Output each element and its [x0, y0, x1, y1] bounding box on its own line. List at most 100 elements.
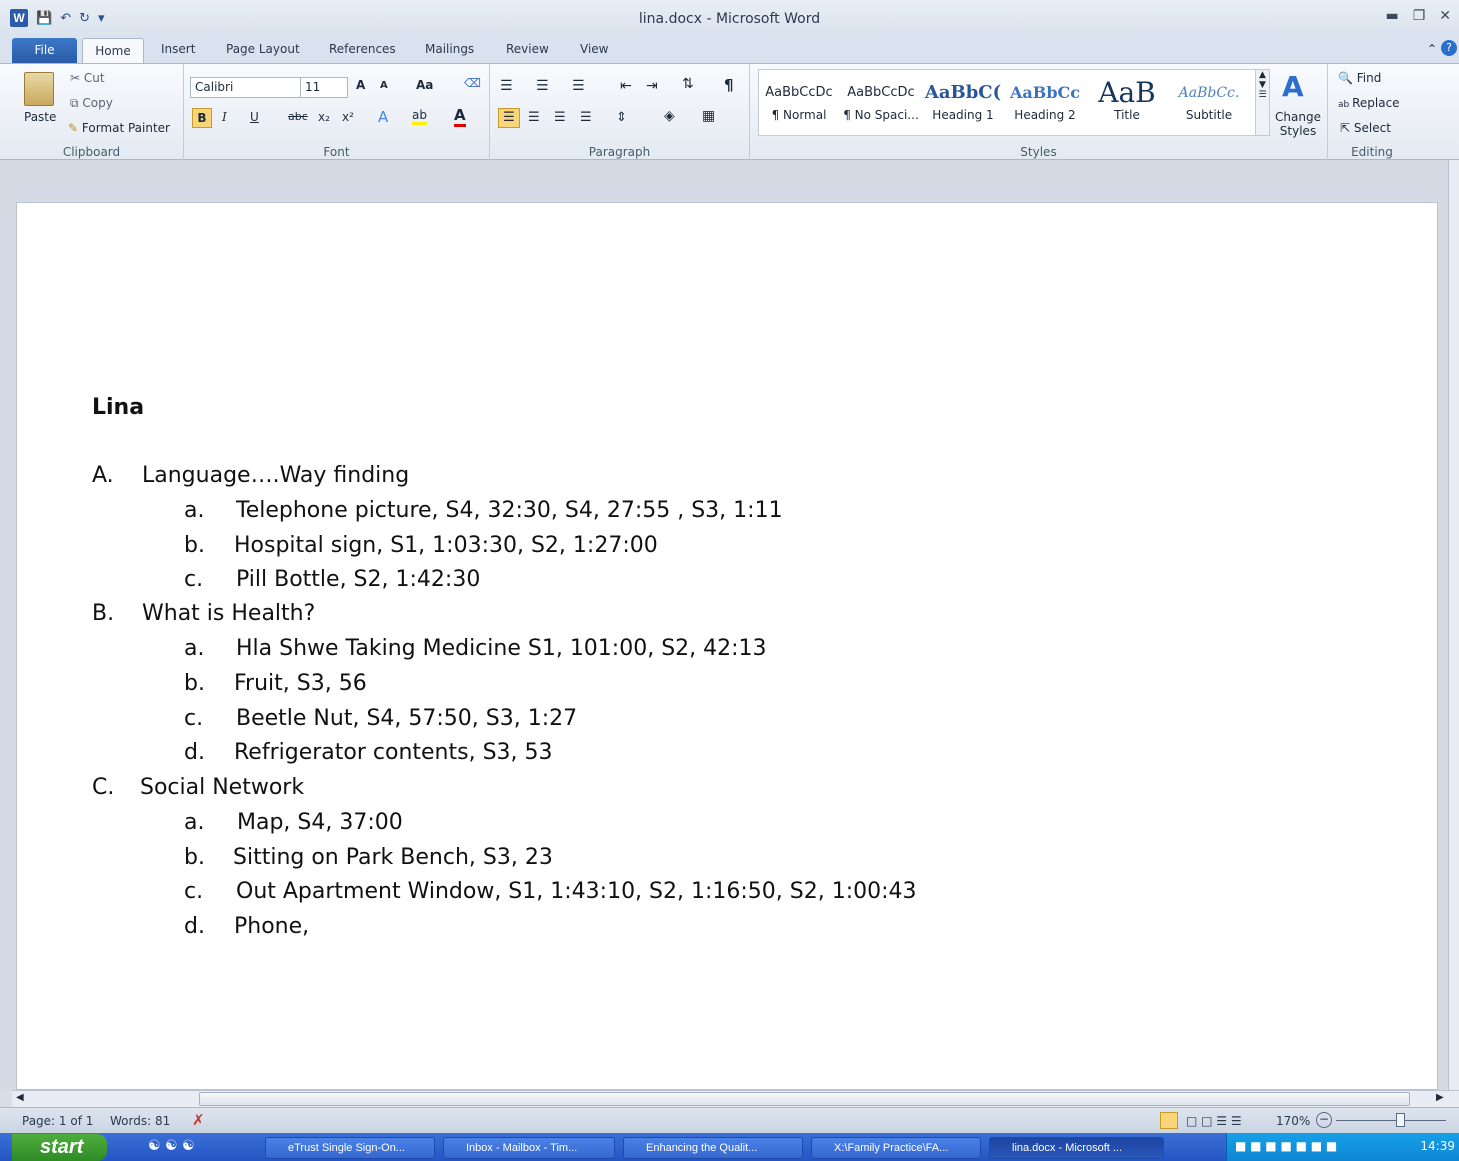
- zoom-level[interactable]: 170%: [1276, 1114, 1310, 1128]
- highlight-icon[interactable]: ab: [412, 108, 427, 125]
- quick-launch-icons[interactable]: ☯ ☯ ☯: [148, 1138, 195, 1154]
- item-marker: a.: [184, 810, 205, 835]
- shrink-font-button[interactable]: A: [380, 80, 388, 91]
- bold-button[interactable]: B: [192, 108, 212, 128]
- find-button[interactable]: 🔍 Find: [1338, 71, 1381, 85]
- restore-icon[interactable]: ❐: [1413, 8, 1426, 24]
- subscript-button[interactable]: x₂: [318, 110, 330, 124]
- tab-insert[interactable]: Insert: [161, 42, 195, 56]
- paste-button[interactable]: Paste: [24, 110, 56, 124]
- tab-page-layout[interactable]: Page Layout: [226, 42, 300, 56]
- tab-view[interactable]: View: [580, 42, 608, 56]
- text-effects-icon[interactable]: A: [378, 108, 388, 126]
- paste-icon[interactable]: [24, 72, 54, 106]
- style-normal[interactable]: AaBbCcDc ¶ Normal: [759, 78, 839, 133]
- gallery-scroll[interactable]: ▲ ▼ ☰: [1255, 70, 1269, 135]
- section-title: What is Health?: [142, 601, 316, 626]
- style-heading-2[interactable]: AaBbCc Heading 2: [1005, 78, 1085, 133]
- scissors-icon: ✂: [70, 71, 84, 85]
- font-size-combo[interactable]: 11: [300, 77, 348, 98]
- increase-indent-icon[interactable]: ⇥: [646, 78, 658, 94]
- format-painter-button[interactable]: ✎ Format Painter: [68, 121, 170, 135]
- list-item: Map, S4, 37:00: [237, 810, 403, 835]
- tab-review[interactable]: Review: [506, 42, 549, 56]
- zoom-out-icon[interactable]: −: [1316, 1112, 1332, 1128]
- change-styles-button[interactable]: Change Styles: [1275, 110, 1321, 138]
- style-name: ¶ Normal: [771, 108, 827, 122]
- clock: 14:39: [1420, 1139, 1455, 1153]
- section-marker: A.: [92, 463, 114, 488]
- taskbar-window-inbox[interactable]: Inbox - Mailbox - Tim...: [443, 1137, 615, 1159]
- horizontal-scrollbar[interactable]: ◀ ▶: [12, 1090, 1459, 1107]
- shading-icon[interactable]: ◈: [664, 108, 675, 124]
- change-case-button[interactable]: Aa: [416, 78, 433, 92]
- scroll-left-icon[interactable]: ◀: [16, 1092, 24, 1103]
- style-heading-1[interactable]: AaBbC(Heading 1: [923, 78, 1003, 133]
- style-no-spacing[interactable]: AaBbCcDc ¶ No Spaci...: [841, 78, 921, 133]
- cursor-icon: ⇱: [1340, 121, 1354, 135]
- bullets-icon[interactable]: ☰: [500, 78, 513, 94]
- tab-file[interactable]: File: [12, 38, 77, 63]
- line-spacing-icon[interactable]: ⇕: [616, 110, 627, 125]
- style-name: Heading 1: [932, 108, 994, 122]
- close-icon[interactable]: ✕: [1439, 8, 1451, 24]
- borders-icon[interactable]: ▦: [702, 108, 715, 124]
- tab-home[interactable]: Home: [82, 38, 144, 64]
- view-mode-icons[interactable]: □ □ ☰ ☰: [1186, 1114, 1242, 1128]
- cut-button[interactable]: ✂ Cut: [70, 71, 105, 85]
- strikethrough-button[interactable]: abc: [288, 110, 308, 123]
- font-color-icon[interactable]: A: [454, 106, 466, 127]
- zoom-slider[interactable]: [1336, 1120, 1446, 1121]
- tab-mailings[interactable]: Mailings: [425, 42, 474, 56]
- taskbar-window-word[interactable]: lina.docx - Microsoft ...: [989, 1137, 1164, 1159]
- start-button[interactable]: start: [12, 1134, 107, 1161]
- item-marker: d.: [184, 914, 205, 939]
- word-count[interactable]: Words: 81: [110, 1114, 170, 1128]
- grow-font-button[interactable]: A: [356, 78, 365, 92]
- help-icon[interactable]: ?: [1441, 40, 1457, 56]
- style-preview: AaB: [1098, 78, 1156, 108]
- numbering-icon[interactable]: ☰: [536, 78, 549, 94]
- multilevel-list-icon[interactable]: ☰: [572, 78, 585, 94]
- item-marker: a.: [184, 498, 205, 523]
- scroll-right-icon[interactable]: ▶: [1436, 1092, 1444, 1103]
- style-name: Subtitle: [1185, 108, 1233, 122]
- underline-button[interactable]: U: [250, 110, 259, 124]
- taskbar-window-explorer[interactable]: X:\Family Practice\FA...: [811, 1137, 981, 1159]
- item-marker: b.: [184, 533, 205, 558]
- replace-button[interactable]: ab Replace: [1338, 96, 1400, 110]
- vertical-scrollbar[interactable]: [1448, 160, 1459, 1090]
- superscript-button[interactable]: x²: [342, 110, 354, 124]
- font-name-combo[interactable]: Calibri: [190, 77, 302, 98]
- tray-icons[interactable]: ■ ■ ■ ■ ■ ■ ■: [1235, 1139, 1337, 1153]
- format-painter-label: Format Painter: [81, 121, 170, 135]
- tab-references[interactable]: References: [329, 42, 396, 56]
- align-center-icon[interactable]: ☰: [528, 110, 540, 125]
- decrease-indent-icon[interactable]: ⇤: [620, 78, 632, 94]
- align-left-button[interactable]: ☰: [498, 108, 520, 128]
- page-count[interactable]: Page: 1 of 1: [22, 1114, 93, 1128]
- zoom-slider-thumb[interactable]: [1396, 1113, 1405, 1127]
- style-subtitle[interactable]: AaBbCc. Subtitle: [1169, 78, 1249, 133]
- taskbar-window-etrust[interactable]: eTrust Single Sign-On...: [265, 1137, 435, 1159]
- show-formatting-icon[interactable]: ¶: [724, 76, 734, 94]
- print-layout-icon[interactable]: [1160, 1112, 1178, 1129]
- change-styles-icon[interactable]: A: [1282, 70, 1304, 103]
- sort-icon[interactable]: ⇅: [682, 76, 694, 92]
- proofing-icon[interactable]: ✗: [192, 1111, 205, 1129]
- minimize-ribbon-icon[interactable]: ⌃: [1427, 42, 1437, 56]
- align-right-icon[interactable]: ☰: [554, 110, 566, 125]
- window-controls: ▬ ❐ ✕: [1385, 8, 1451, 24]
- clipboard-group: Paste ✂ Cut ⧉ Copy ✎ Format Painter Clip…: [0, 64, 184, 161]
- italic-button[interactable]: I: [222, 110, 227, 124]
- document-page[interactable]: Lina A. Language….Way finding a. Telepho…: [16, 202, 1438, 1090]
- style-title[interactable]: AaB Title: [1087, 78, 1167, 133]
- horizontal-scroll-thumb[interactable]: [199, 1092, 1410, 1106]
- clipboard-group-label: Clipboard: [62, 145, 121, 159]
- copy-button[interactable]: ⧉ Copy: [70, 96, 113, 111]
- taskbar-window-powerpoint[interactable]: Enhancing the Qualit...: [623, 1137, 803, 1159]
- clear-formatting-icon[interactable]: ⌫: [464, 76, 481, 90]
- minimize-icon[interactable]: ▬: [1385, 8, 1398, 24]
- select-button[interactable]: ⇱ Select: [1340, 121, 1391, 135]
- justify-icon[interactable]: ☰: [580, 110, 592, 125]
